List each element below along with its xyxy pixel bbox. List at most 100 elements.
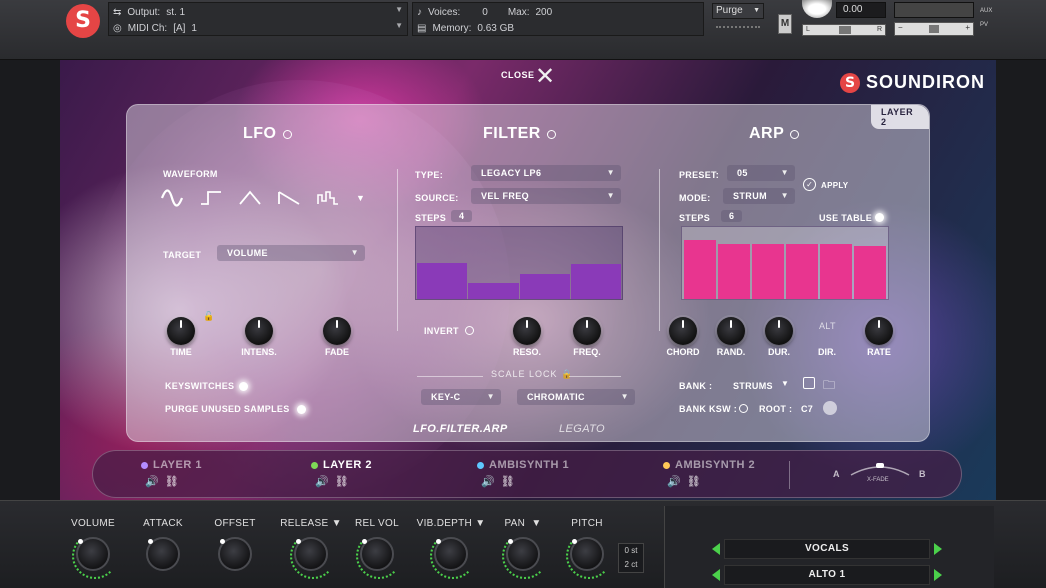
tune-value[interactable]: 0.00 bbox=[836, 2, 886, 18]
midi-row[interactable]: ◎ MIDI Ch: [A] 1 bbox=[113, 21, 197, 35]
root-value[interactable]: C7 bbox=[801, 404, 813, 414]
mute-button[interactable]: M bbox=[778, 14, 792, 34]
release-dropdown-icon[interactable]: ▼ bbox=[332, 518, 342, 529]
step-bar[interactable] bbox=[752, 243, 784, 299]
pan-handle[interactable] bbox=[839, 26, 851, 34]
target-dropdown[interactable]: VOLUME ▼ bbox=[217, 245, 365, 261]
tab-legato[interactable]: LEGATO bbox=[559, 423, 605, 435]
purge-samples-toggle[interactable] bbox=[297, 405, 306, 414]
step-bar[interactable] bbox=[468, 283, 519, 299]
step-bar[interactable] bbox=[786, 243, 818, 299]
filter-steps-value[interactable]: 4 bbox=[451, 210, 473, 222]
bank-value[interactable]: STRUMS bbox=[733, 381, 773, 391]
triangle-wave-icon[interactable] bbox=[239, 189, 261, 207]
alto-selector[interactable]: ALTO 1 bbox=[724, 565, 930, 585]
square-wave-icon[interactable] bbox=[200, 189, 222, 207]
apply-label[interactable]: APPLY bbox=[821, 181, 848, 190]
layer-item-4[interactable]: AMBISYNTH 2 🔊 ⛓ bbox=[663, 459, 755, 488]
midi-dropdown-icon[interactable]: ▼ bbox=[395, 21, 403, 30]
arp-dir-label[interactable]: DIR. bbox=[797, 347, 857, 357]
arp-rate-knob[interactable] bbox=[865, 317, 893, 345]
apply-check-icon[interactable]: ✓ bbox=[803, 178, 816, 191]
speaker-icon[interactable]: 🔊 bbox=[145, 475, 159, 488]
arp-dur-knob[interactable] bbox=[765, 317, 793, 345]
filter-freq-knob[interactable] bbox=[573, 317, 601, 345]
pan-dropdown-icon[interactable]: ▼ bbox=[531, 518, 541, 529]
lfo-intensity-knob[interactable] bbox=[245, 317, 273, 345]
soundiron-logo-icon[interactable]: S bbox=[66, 4, 100, 38]
pitch-readout[interactable]: 0 st 2 ct bbox=[618, 543, 644, 573]
use-table-toggle[interactable] bbox=[875, 213, 884, 222]
vocals-prev-arrow-icon[interactable] bbox=[712, 543, 720, 555]
arp-rand-knob[interactable] bbox=[717, 317, 745, 345]
xfade-slider[interactable] bbox=[849, 461, 911, 477]
aux-button[interactable]: AUX bbox=[980, 8, 992, 14]
vib-depth-knob[interactable] bbox=[430, 533, 476, 579]
step-bar[interactable] bbox=[570, 264, 621, 299]
alto-prev-arrow-icon[interactable] bbox=[712, 569, 720, 581]
filter-step-sequencer[interactable] bbox=[415, 226, 623, 300]
bank-dropdown-icon[interactable]: ▼ bbox=[781, 379, 789, 388]
lfo-toggle-icon[interactable] bbox=[282, 129, 292, 139]
output-dropdown-icon[interactable]: ▼ bbox=[395, 5, 403, 14]
pan-knob[interactable] bbox=[502, 533, 548, 579]
release-knob[interactable] bbox=[290, 533, 336, 579]
save-icon[interactable] bbox=[803, 377, 815, 389]
lfo-title[interactable]: LFO bbox=[243, 125, 292, 143]
rel-vol-knob[interactable] bbox=[356, 533, 402, 579]
filter-source-dropdown[interactable]: VEL FREQ ▼ bbox=[471, 188, 621, 204]
layer-item-3[interactable]: AMBISYNTH 1 🔊 ⛓ bbox=[477, 459, 569, 488]
filter-type-dropdown[interactable]: LEGACY LP6 ▼ bbox=[471, 165, 621, 181]
lock-icon[interactable]: 🔓 bbox=[203, 311, 214, 322]
close-label[interactable]: CLOSE bbox=[501, 70, 535, 80]
filter-toggle-icon[interactable] bbox=[546, 129, 556, 139]
bank-ksw-toggle[interactable] bbox=[739, 404, 748, 413]
midi-learn-icon[interactable] bbox=[823, 401, 837, 415]
arp-preset-dropdown[interactable]: 05 ▼ bbox=[727, 165, 795, 181]
saw-wave-icon[interactable] bbox=[278, 189, 300, 207]
sine-wave-icon[interactable] bbox=[161, 189, 183, 207]
filter-title[interactable]: FILTER bbox=[483, 125, 556, 143]
alt-label[interactable]: ALT bbox=[819, 321, 836, 331]
arp-mode-dropdown[interactable]: STRUM ▼ bbox=[723, 188, 795, 204]
vocals-selector[interactable]: VOCALS bbox=[724, 539, 930, 559]
attack-knob[interactable] bbox=[146, 537, 180, 571]
key-dropdown[interactable]: KEY-C ▼ bbox=[421, 389, 501, 405]
step-bar[interactable] bbox=[718, 244, 750, 299]
vib-depth-dropdown-icon[interactable]: ▼ bbox=[475, 518, 485, 529]
scale-dropdown[interactable]: CHROMATIC ▼ bbox=[517, 389, 635, 405]
step-bar[interactable] bbox=[854, 245, 886, 299]
link-icon[interactable]: ⛓ bbox=[335, 475, 349, 488]
arp-step-sequencer[interactable] bbox=[681, 226, 889, 300]
arp-steps-value[interactable]: 6 bbox=[721, 210, 743, 222]
waveform-more-icon[interactable]: ▼ bbox=[356, 193, 365, 203]
step-bar[interactable] bbox=[820, 243, 852, 299]
layer-item-1[interactable]: LAYER 1 🔊 ⛓ bbox=[141, 459, 202, 488]
volume-handle[interactable] bbox=[929, 25, 939, 33]
close-icon[interactable]: ✕ bbox=[535, 62, 555, 90]
output-row[interactable]: ⇆ Output: st. 1 bbox=[113, 5, 185, 19]
lfo-time-knob[interactable] bbox=[167, 317, 195, 345]
offset-knob[interactable] bbox=[218, 537, 252, 571]
speaker-icon[interactable]: 🔊 bbox=[481, 475, 495, 488]
link-icon[interactable]: ⛓ bbox=[501, 475, 515, 488]
lfo-fade-knob[interactable] bbox=[323, 317, 351, 345]
scale-lock-label[interactable]: SCALE LOCK 🔒 bbox=[491, 369, 573, 380]
volume-slider[interactable]: − + bbox=[894, 22, 974, 36]
speaker-icon[interactable]: 🔊 bbox=[667, 475, 681, 488]
speaker-icon[interactable]: 🔊 bbox=[315, 475, 329, 488]
pan-slider[interactable]: L R bbox=[802, 24, 886, 36]
invert-toggle[interactable] bbox=[465, 326, 474, 335]
random-wave-icon[interactable] bbox=[317, 189, 339, 207]
purge-dropdown[interactable]: Purge ▼ bbox=[712, 3, 764, 19]
volume-knob[interactable] bbox=[72, 533, 118, 579]
arp-chord-knob[interactable] bbox=[669, 317, 697, 345]
folder-icon[interactable]: 🗀 bbox=[823, 376, 835, 397]
step-bar[interactable] bbox=[519, 273, 570, 299]
step-bar[interactable] bbox=[417, 263, 468, 299]
layer-item-2[interactable]: LAYER 2 🔊 ⛓ bbox=[311, 459, 372, 488]
alto-next-arrow-icon[interactable] bbox=[934, 569, 942, 581]
keyswitches-toggle[interactable] bbox=[239, 382, 248, 391]
link-icon[interactable]: ⛓ bbox=[165, 475, 179, 488]
filter-reso-knob[interactable] bbox=[513, 317, 541, 345]
